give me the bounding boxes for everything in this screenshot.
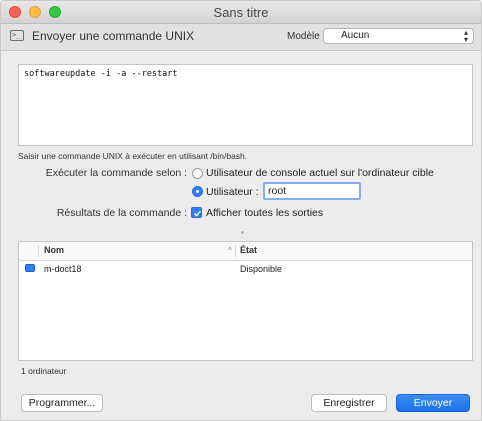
radio-specific-user-label: Utilisateur : <box>206 186 259 198</box>
radio-console-user-label: Utilisateur de console actuel sur l'ordi… <box>206 167 434 179</box>
results-label: Résultats de la commande : <box>56 207 187 219</box>
split-handle[interactable] <box>241 231 244 234</box>
computer-icon <box>25 264 35 272</box>
sort-up-icon: ^ <box>228 246 232 255</box>
window-title: Sans titre <box>213 5 269 20</box>
run-as-label: Exécuter la commande selon : <box>45 167 187 179</box>
table-header: Nom ^ État <box>19 242 472 261</box>
column-header-name[interactable]: Nom <box>44 245 64 255</box>
window: Sans titre >_ Envoyer une commande UNIX … <box>0 0 482 421</box>
send-button[interactable]: Envoyer <box>396 394 470 412</box>
chevron-up-down-icon: ▴ ▾ <box>463 28 468 44</box>
title-bar: Sans titre <box>1 1 481 24</box>
command-textarea[interactable]: softwareupdate -i -a --restart <box>18 64 473 146</box>
toolbar: >_ Envoyer une commande UNIX Modèle : Au… <box>1 24 481 51</box>
table-row[interactable]: m-doct18 Disponible <box>19 261 472 276</box>
computers-table: Nom ^ État m-doct18 Disponible <box>18 241 473 361</box>
model-select-value: Aucun <box>341 30 370 41</box>
toolbar-title: Envoyer une commande UNIX <box>32 29 195 43</box>
row-computer-status: Disponible <box>240 264 283 274</box>
radio-specific-user[interactable] <box>192 186 203 197</box>
save-button[interactable]: Enregistrer <box>311 394 387 412</box>
computer-count: 1 ordinateur <box>21 366 67 376</box>
show-all-output-label: Afficher toutes les sorties <box>206 207 324 219</box>
username-input[interactable]: root <box>263 182 361 200</box>
schedule-button[interactable]: Programmer... <box>21 394 103 412</box>
checkmark-icon <box>193 210 202 217</box>
command-hint: Saisir une commande UNIX à exécuter en u… <box>18 151 248 161</box>
column-separator <box>235 245 236 257</box>
terminal-icon: >_ <box>10 30 24 41</box>
model-select[interactable]: Aucun ▴ ▾ <box>323 28 474 44</box>
model-label: Modèle : <box>287 31 326 42</box>
row-computer-name: m-doct18 <box>44 264 82 274</box>
radio-console-user[interactable] <box>192 168 203 179</box>
column-header-status[interactable]: État <box>240 245 257 255</box>
column-separator <box>38 245 39 257</box>
show-all-output-checkbox[interactable] <box>191 207 202 218</box>
